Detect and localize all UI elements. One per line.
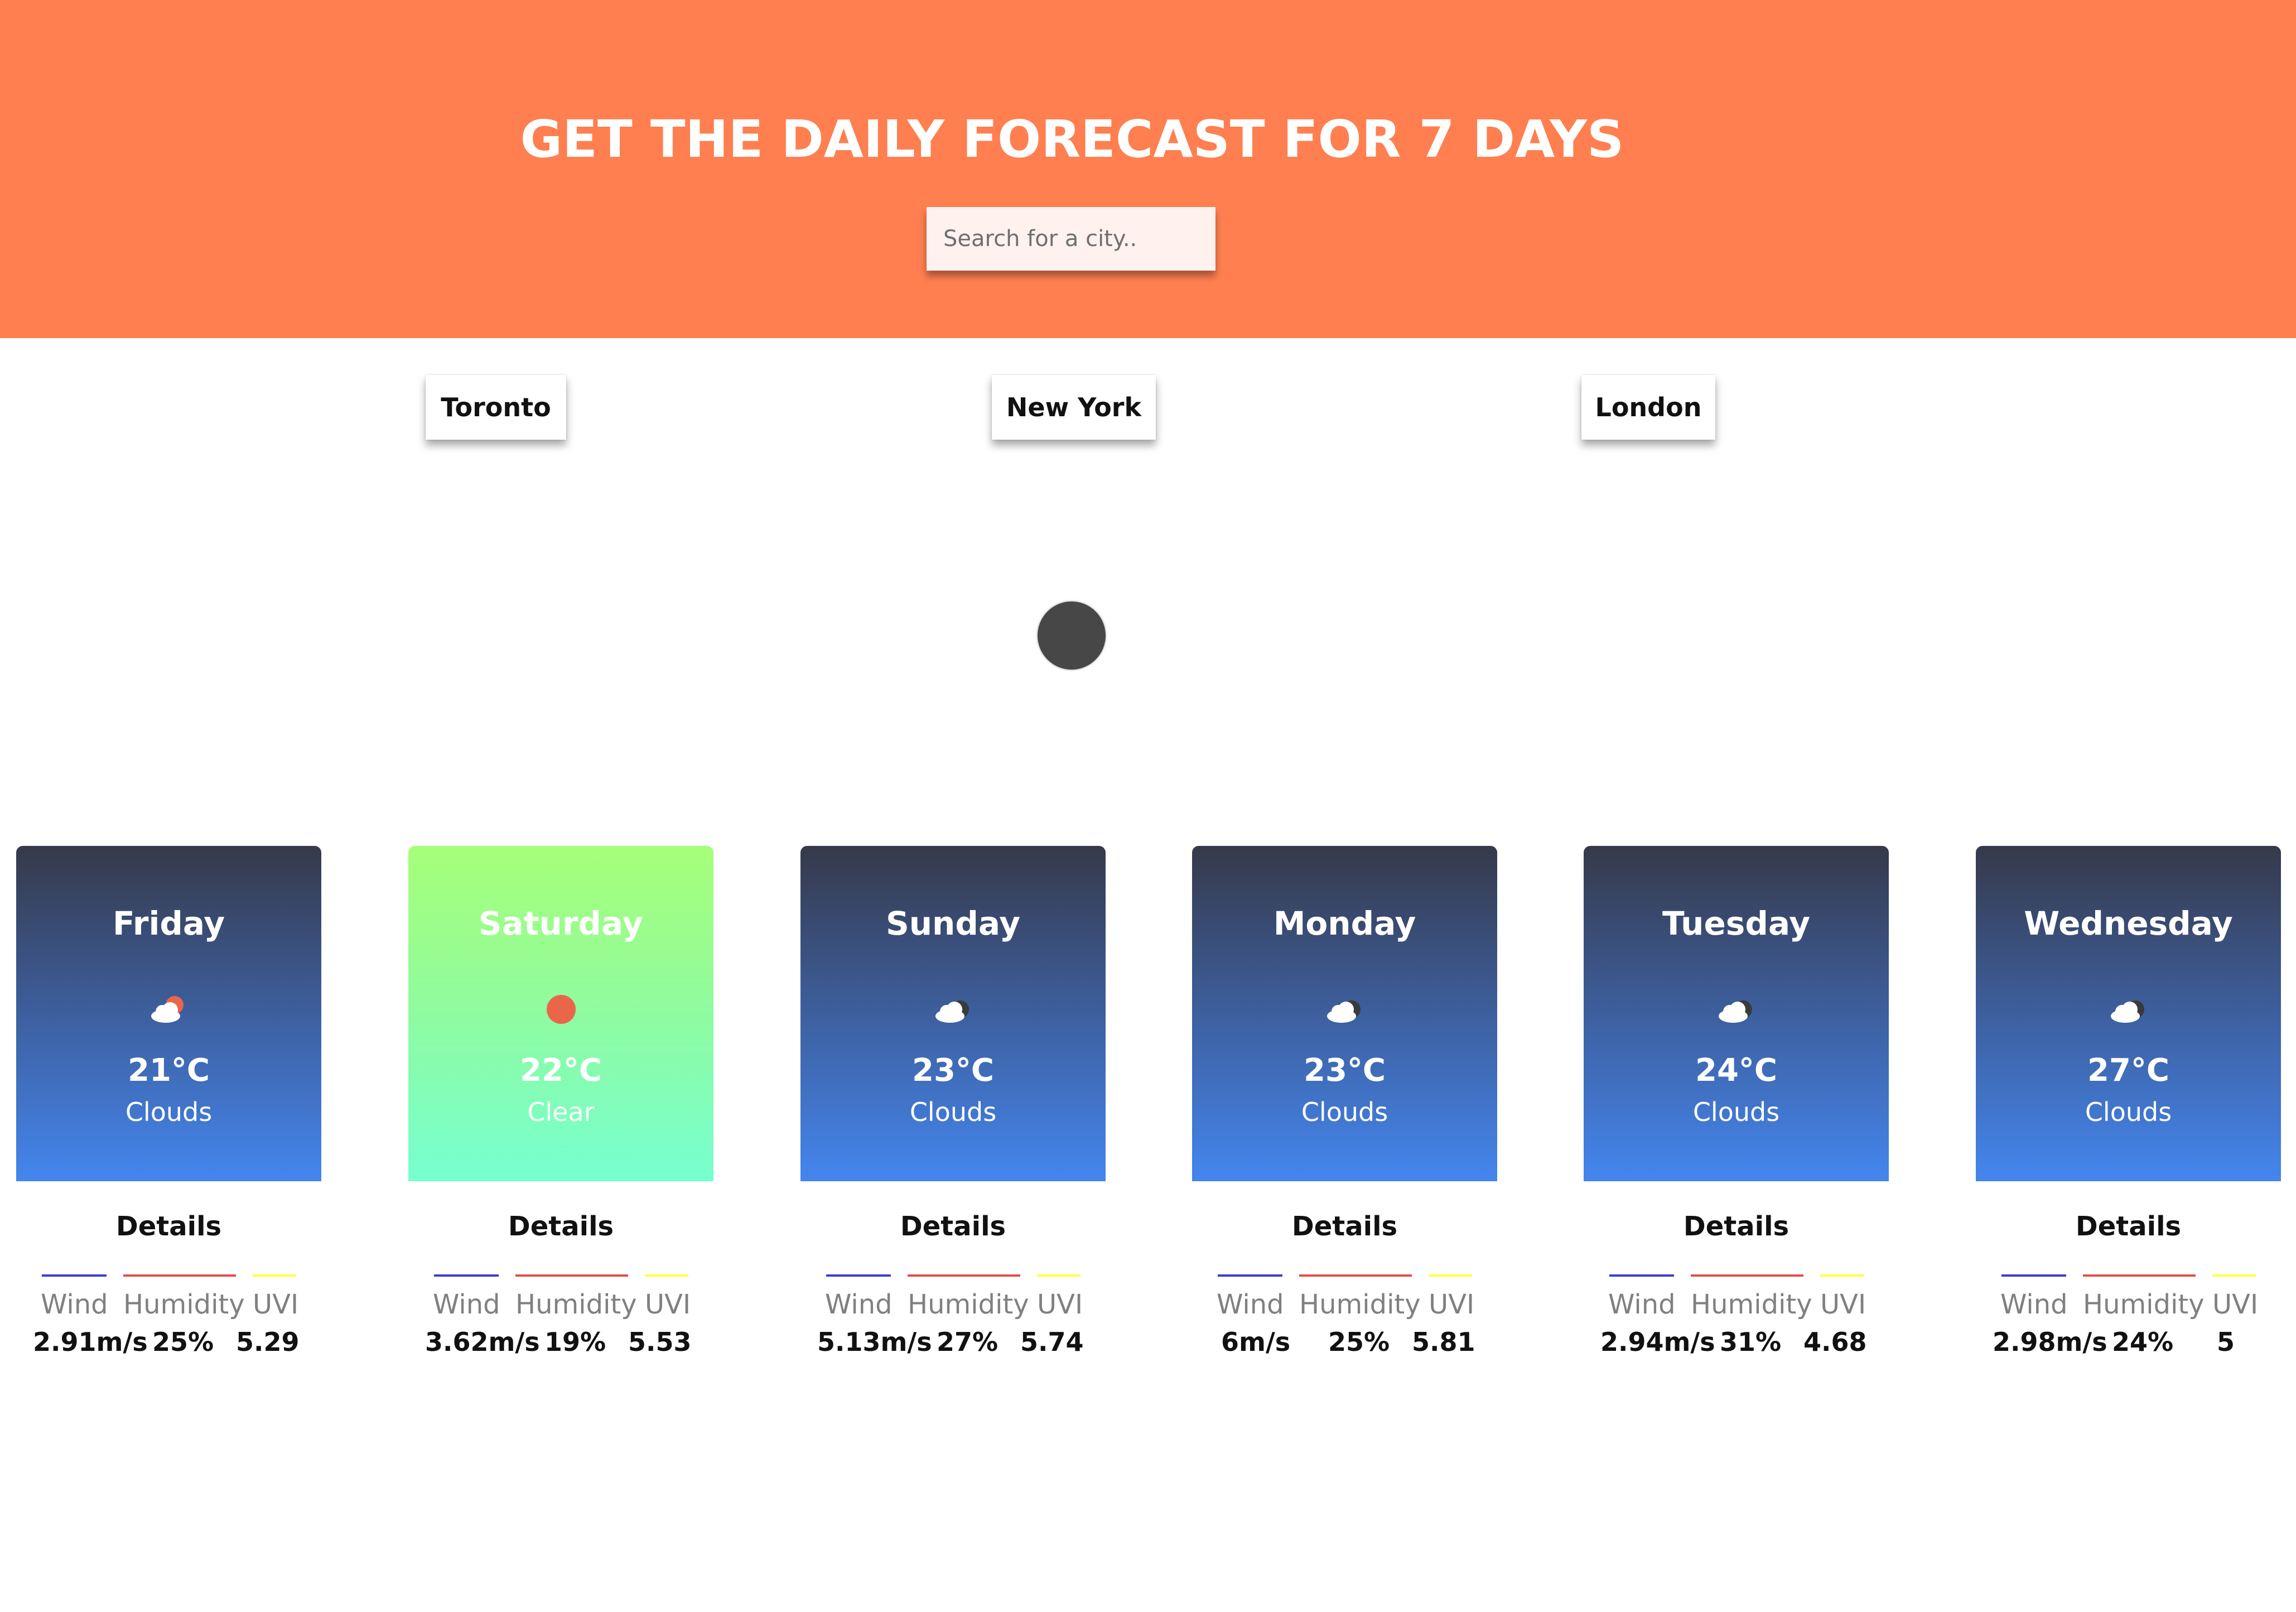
humidity-label: Humidity [1299,1289,1421,1320]
forecast-card-monday: Monday 23°C Clouds [1192,846,1497,1181]
details-title: Details [2075,1211,2182,1242]
sun-icon [546,995,576,1024]
temperature: 22°C [519,1052,602,1089]
page-title: GET THE DAILY FORECAST FOR 7 DAYS [520,109,1624,169]
condition: Clear [527,1097,595,1127]
humidity-value: 24% [2112,1327,2174,1357]
humidity-label: Humidity [908,1289,1029,1320]
wind-value: 5.13m/s [817,1327,932,1357]
uvi-legend-line [1820,1274,1864,1277]
details-title: Details [115,1211,222,1242]
wind-label: Wind [41,1289,108,1320]
wind-legend-line [2001,1274,2066,1277]
wind-legend-line [1609,1274,1674,1277]
uvi-value: 5.74 [1020,1327,1084,1357]
uvi-value: 5.53 [628,1327,692,1357]
forecast-card-tuesday: Tuesday 24°C Clouds [1584,846,1889,1181]
humidity-legend-line [1299,1274,1412,1277]
humidity-value: 27% [937,1327,999,1357]
cloud-icon [1327,1000,1361,1023]
cloud-icon [2110,1000,2144,1023]
humidity-legend-line [1691,1274,1803,1277]
uvi-legend-line [1429,1274,1472,1277]
details-title: Details [508,1211,614,1242]
condition: Clouds [125,1097,213,1127]
condition: Clouds [909,1097,997,1127]
condition: Clouds [2085,1097,2172,1127]
details-title: Details [1683,1211,1789,1242]
humidity-label: Humidity [123,1289,245,1320]
header-banner: GET THE DAILY FORECAST FOR 7 DAYS [0,0,2296,338]
uvi-label: UVI [1037,1289,1083,1320]
wind-value: 2.94m/s [1600,1327,1715,1357]
wind-legend-line [826,1274,891,1277]
day-name: Wednesday [2024,904,2233,942]
wind-label: Wind [825,1289,893,1320]
uvi-label: UVI [253,1289,299,1320]
city-button-new-york[interactable]: New York [992,375,1156,440]
day-name: Tuesday [1662,904,1811,942]
wind-legend-line [1218,1274,1282,1277]
humidity-value: 25% [152,1327,214,1357]
forecast-card-sunday: Sunday 23°C Clouds [800,846,1106,1181]
city-button-london[interactable]: London [1581,375,1715,440]
wind-value: 3.62m/s [425,1327,540,1357]
uvi-label: UVI [1820,1289,1866,1320]
uvi-legend-line [2212,1274,2256,1277]
wind-value: 6m/s [1221,1327,1291,1357]
cloud-icon [935,1000,969,1023]
humidity-legend-line [2083,1274,2196,1277]
day-name: Monday [1273,904,1416,942]
forecast-card-friday: Friday 21°C Clouds [16,846,321,1181]
wind-legend-line [42,1274,107,1277]
loading-spinner [1038,602,1106,670]
temperature: 23°C [911,1052,995,1089]
temperature: 23°C [1303,1052,1386,1089]
wind-legend-line [434,1274,499,1277]
day-name: Friday [112,904,225,942]
city-search-input[interactable] [927,207,1215,271]
details-title: Details [900,1211,1006,1242]
temperature: 27°C [2087,1052,2170,1089]
humidity-legend-line [123,1274,236,1277]
wind-label: Wind [2000,1289,2068,1320]
wind-value: 2.98m/s [1993,1327,2107,1357]
temperature: 21°C [127,1052,210,1089]
uvi-legend-line [1037,1274,1081,1277]
wind-value: 2.91m/s [33,1327,148,1357]
humidity-label: Humidity [1691,1289,1812,1320]
city-button-toronto[interactable]: Toronto [426,375,566,440]
wind-label: Wind [1608,1289,1676,1320]
uvi-value: 5.29 [236,1327,300,1357]
uvi-legend-line [253,1274,296,1277]
wind-label: Wind [1217,1289,1284,1320]
wind-label: Wind [433,1289,500,1320]
uvi-label: UVI [1429,1289,1475,1320]
uvi-label: UVI [645,1289,691,1320]
uvi-value: 5.81 [1412,1327,1475,1357]
temperature: 24°C [1695,1052,1778,1089]
humidity-label: Humidity [515,1289,637,1320]
forecast-card-saturday: Saturday 22°C Clear [408,846,713,1181]
uvi-value: 4.68 [1803,1327,1867,1357]
humidity-value: 19% [544,1327,606,1357]
humidity-legend-line [908,1274,1020,1277]
condition: Clouds [1692,1097,1780,1127]
uvi-label: UVI [2212,1289,2259,1320]
humidity-label: Humidity [2083,1289,2205,1320]
forecast-card-wednesday: Wednesday 27°C Clouds [1976,846,2281,1181]
uvi-value: 5 [2217,1327,2235,1357]
day-name: Saturday [478,904,644,942]
cloud-icon [1718,1000,1752,1023]
condition: Clouds [1301,1097,1388,1127]
day-name: Sunday [885,904,1021,942]
humidity-legend-line [515,1274,628,1277]
cloud-sun-icon [151,996,184,1023]
humidity-value: 31% [1720,1327,1782,1357]
humidity-value: 25% [1328,1327,1390,1357]
details-title: Details [1291,1211,1398,1242]
uvi-legend-line [645,1274,688,1277]
